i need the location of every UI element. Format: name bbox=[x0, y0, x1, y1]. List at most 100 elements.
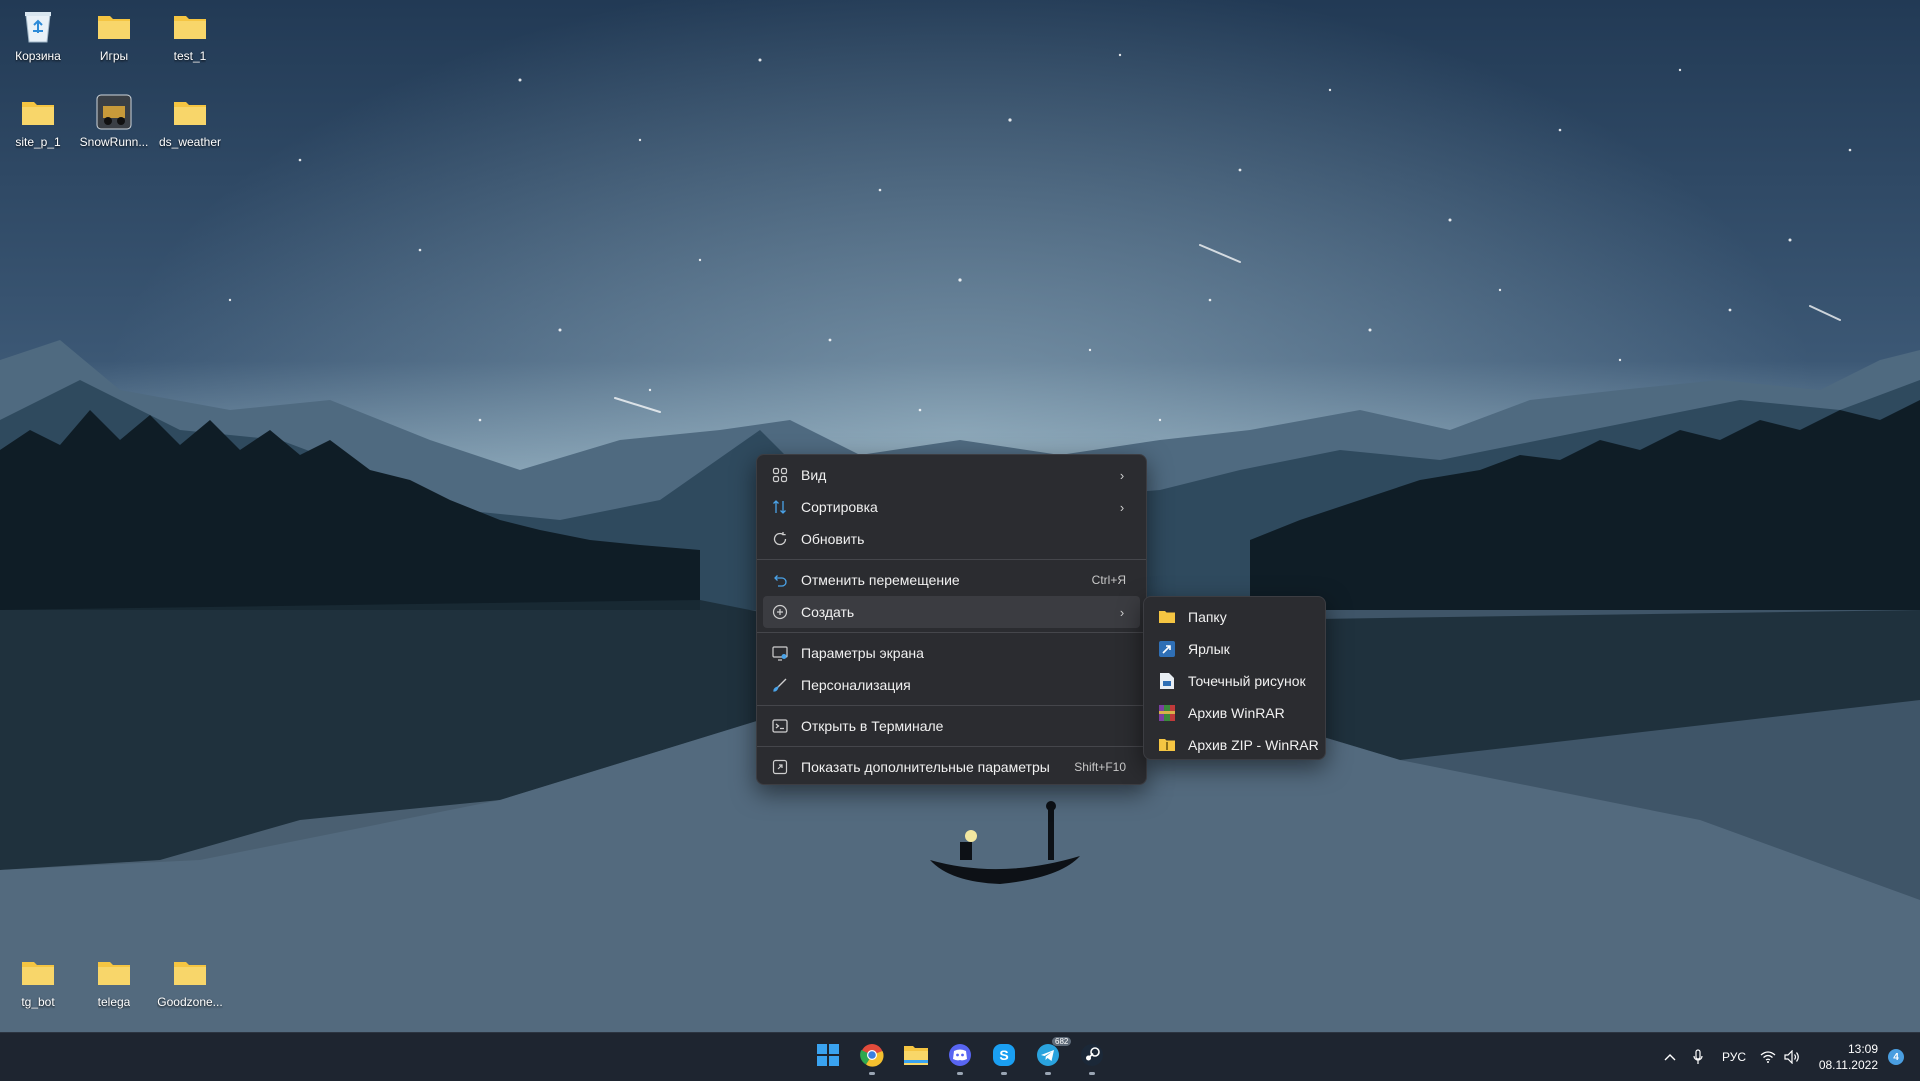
shortcut-icon bbox=[1158, 640, 1176, 658]
brush-icon bbox=[771, 676, 789, 694]
more-options-icon bbox=[771, 758, 789, 776]
bitmap-icon bbox=[1158, 672, 1176, 690]
winrar-icon bbox=[1158, 704, 1176, 722]
menu-item-sort[interactable]: Сортировка › bbox=[763, 491, 1140, 523]
desktop-icon-label: ds_weather bbox=[158, 135, 222, 149]
steam-icon bbox=[1080, 1043, 1104, 1072]
plus-circle-icon bbox=[771, 603, 789, 621]
telegram-icon bbox=[1036, 1043, 1060, 1072]
folder-icon bbox=[1158, 608, 1176, 626]
sort-icon bbox=[771, 498, 789, 516]
microphone-icon[interactable] bbox=[1684, 1049, 1712, 1065]
menu-separator bbox=[757, 746, 1146, 747]
clock-time: 13:09 bbox=[1847, 1042, 1878, 1056]
refresh-icon bbox=[771, 530, 789, 548]
desktop-icon-snowrunner[interactable]: SnowRunn... bbox=[76, 92, 152, 149]
grid-view-icon bbox=[771, 466, 789, 484]
zip-archive-icon bbox=[1158, 736, 1176, 754]
folder-icon bbox=[94, 952, 134, 992]
taskbar-app-skype[interactable]: S bbox=[984, 1037, 1024, 1077]
menu-item-label: Вид bbox=[801, 467, 827, 483]
taskbar: S 682 РУС 13:09 08.11.2022 4 bbox=[0, 1032, 1920, 1081]
desktop-icon-label: Корзина bbox=[15, 49, 61, 63]
notification-badge: 682 bbox=[1052, 1037, 1072, 1046]
desktop-icon-label: telega bbox=[97, 995, 131, 1009]
menu-item-show-more-options[interactable]: Показать дополнительные параметры Shift+… bbox=[763, 751, 1140, 783]
running-indicator bbox=[1001, 1072, 1007, 1075]
taskbar-app-chrome[interactable] bbox=[852, 1037, 892, 1077]
clock-date: 08.11.2022 bbox=[1818, 1058, 1878, 1072]
skype-icon: S bbox=[992, 1043, 1016, 1072]
desktop-icon-recycle-bin[interactable]: Корзина bbox=[0, 6, 76, 63]
menu-item-label: Сортировка bbox=[801, 499, 878, 515]
menu-item-shortcut: Shift+F10 bbox=[1074, 760, 1126, 774]
desktop-icon-tg-bot[interactable]: tg_bot bbox=[0, 952, 76, 1009]
menu-item-label: Создать bbox=[801, 604, 855, 620]
running-indicator bbox=[957, 1072, 963, 1075]
taskbar-app-explorer[interactable] bbox=[896, 1037, 936, 1077]
terminal-icon bbox=[771, 717, 789, 735]
submenu-item-label: Точечный рисунок bbox=[1188, 673, 1306, 689]
language-indicator[interactable]: РУС bbox=[1712, 1050, 1756, 1064]
menu-separator bbox=[757, 559, 1146, 560]
menu-item-refresh[interactable]: Обновить bbox=[763, 523, 1140, 555]
menu-item-label: Персонализация bbox=[801, 677, 911, 693]
desktop-icon-label: test_1 bbox=[173, 49, 207, 63]
desktop-icon-test-1[interactable]: test_1 bbox=[152, 6, 228, 63]
menu-item-personalization[interactable]: Персонализация bbox=[763, 669, 1140, 701]
taskbar-app-discord[interactable] bbox=[940, 1037, 980, 1077]
chevron-right-icon: › bbox=[1119, 467, 1125, 483]
chevron-right-icon: › bbox=[1119, 499, 1125, 515]
svg-text:S: S bbox=[999, 1047, 1008, 1063]
chevron-up-icon[interactable] bbox=[1656, 1053, 1684, 1061]
menu-item-display-settings[interactable]: Параметры экрана bbox=[763, 637, 1140, 669]
running-indicator bbox=[1089, 1072, 1095, 1075]
menu-item-view[interactable]: Вид › bbox=[763, 459, 1140, 491]
menu-separator bbox=[757, 632, 1146, 633]
menu-separator bbox=[757, 705, 1146, 706]
running-indicator bbox=[869, 1072, 875, 1075]
folder-icon bbox=[18, 92, 58, 132]
chevron-right-icon: › bbox=[1119, 604, 1125, 620]
recycle-bin-icon bbox=[18, 6, 58, 46]
submenu-item-zip-archive[interactable]: Архив ZIP - WinRAR bbox=[1150, 729, 1319, 761]
submenu-item-bitmap[interactable]: Точечный рисунок bbox=[1150, 665, 1319, 697]
taskbar-clock[interactable]: 13:09 08.11.2022 bbox=[1819, 1041, 1878, 1073]
taskbar-app-telegram[interactable]: 682 bbox=[1028, 1037, 1072, 1077]
desktop-icon-label: SnowRunn... bbox=[79, 135, 149, 149]
desktop-icon-games[interactable]: Игры bbox=[76, 6, 152, 63]
desktop-icon-telega[interactable]: telega bbox=[76, 952, 152, 1009]
submenu-item-folder[interactable]: Папку bbox=[1150, 601, 1319, 633]
discord-icon bbox=[948, 1043, 972, 1072]
create-submenu: Папку Ярлык Точечный рисунок Архив WinRA… bbox=[1143, 596, 1326, 760]
submenu-item-shortcut[interactable]: Ярлык bbox=[1150, 633, 1319, 665]
desktop-icon-site-p-1[interactable]: site_p_1 bbox=[0, 92, 76, 149]
desktop-icon-ds-weather[interactable]: ds_weather bbox=[152, 92, 228, 149]
wifi-icon[interactable] bbox=[1756, 1051, 1780, 1063]
notification-count-badge[interactable]: 4 bbox=[1888, 1049, 1904, 1065]
menu-item-create[interactable]: Создать › bbox=[763, 596, 1140, 628]
desktop-context-menu: Вид › Сортировка › Обновить Отменить пер… bbox=[756, 454, 1147, 785]
display-settings-icon bbox=[771, 644, 789, 662]
file-explorer-icon bbox=[903, 1044, 929, 1071]
menu-item-open-terminal[interactable]: Открыть в Терминале bbox=[763, 710, 1140, 742]
submenu-item-label: Папку bbox=[1188, 609, 1227, 625]
menu-item-undo-move[interactable]: Отменить перемещение Ctrl+Я bbox=[763, 564, 1140, 596]
menu-item-label: Показать дополнительные параметры bbox=[801, 759, 1050, 775]
chrome-icon bbox=[860, 1043, 884, 1072]
folder-icon bbox=[18, 952, 58, 992]
desktop-icon-label: Игры bbox=[99, 49, 129, 63]
submenu-item-winrar-archive[interactable]: Архив WinRAR bbox=[1150, 697, 1319, 729]
desktop-icon-goodzone[interactable]: Goodzone... bbox=[152, 952, 228, 1009]
desktop-icon-label: Goodzone... bbox=[157, 995, 223, 1009]
desktop-icon-label: site_p_1 bbox=[15, 135, 61, 149]
menu-item-shortcut: Ctrl+Я bbox=[1091, 573, 1126, 587]
game-icon bbox=[94, 92, 134, 132]
start-button[interactable] bbox=[808, 1037, 848, 1077]
volume-icon[interactable] bbox=[1780, 1050, 1804, 1064]
folder-icon bbox=[170, 92, 210, 132]
taskbar-app-steam[interactable] bbox=[1072, 1037, 1112, 1077]
submenu-item-label: Архив ZIP - WinRAR bbox=[1188, 737, 1319, 753]
menu-item-label: Параметры экрана bbox=[801, 645, 924, 661]
menu-item-label: Отменить перемещение bbox=[801, 572, 960, 588]
